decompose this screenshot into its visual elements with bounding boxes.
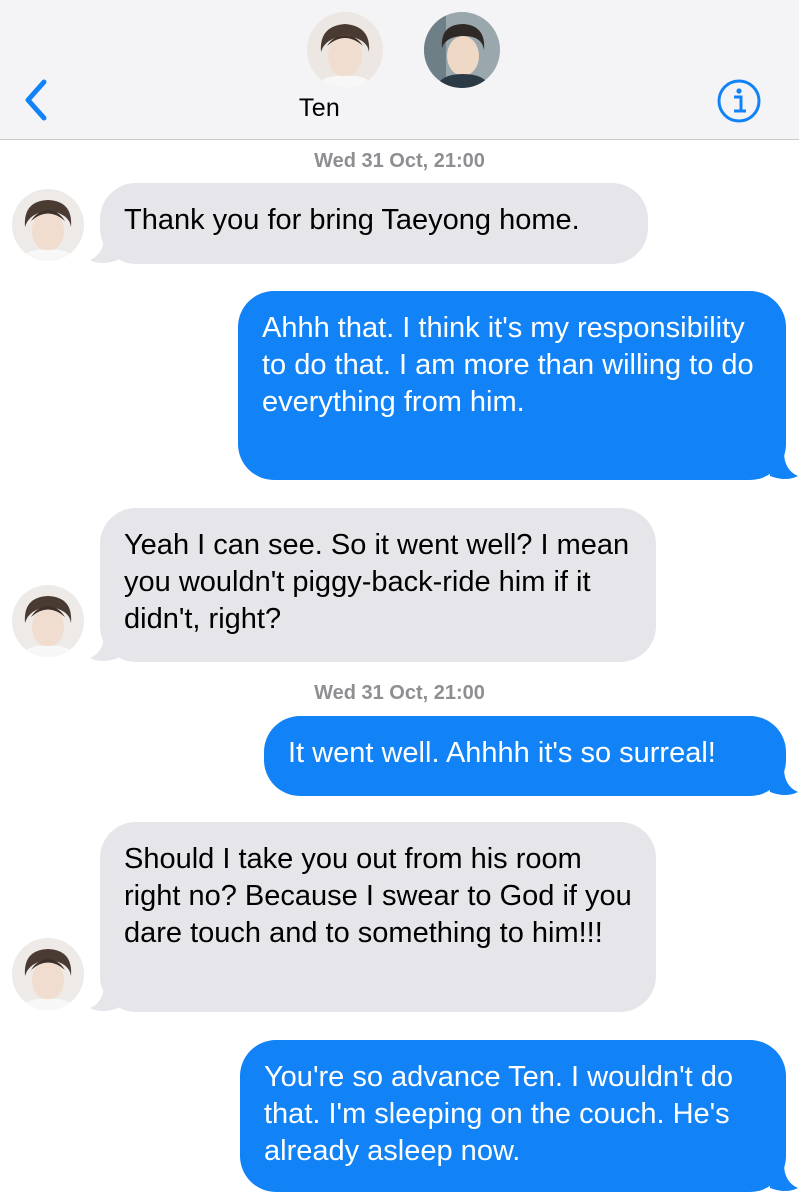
sender-avatar bbox=[12, 189, 84, 261]
message-text: It went well. Ahhhh it's so surreal! bbox=[288, 737, 716, 769]
timestamp: Wed 31 Oct, 21:00 bbox=[314, 150, 485, 172]
conversation-header: Ten bbox=[0, 0, 799, 140]
message-bubble-outgoing[interactable]: It went well. Ahhhh it's so surreal! bbox=[264, 716, 786, 796]
contact-avatar-ten[interactable] bbox=[307, 12, 383, 88]
message-text: Ahhh that. I think it's my responsibilit… bbox=[262, 312, 754, 418]
message-text: Yeah I can see. So it went well? I mean … bbox=[124, 529, 630, 635]
message-text: Should I take you out from his room righ… bbox=[124, 843, 632, 949]
message-text: Thank you for bring Taeyong home. bbox=[124, 204, 580, 236]
sender-avatar bbox=[12, 938, 84, 1010]
message-bubble-incoming[interactable]: Yeah I can see. So it went well? I mean … bbox=[100, 508, 656, 662]
message-bubble-outgoing[interactable]: You're so advance Ten. I wouldn't do tha… bbox=[240, 1040, 786, 1192]
message-bubble-incoming[interactable]: Thank you for bring Taeyong home. bbox=[100, 183, 648, 264]
timestamp: Wed 31 Oct, 21:00 bbox=[314, 682, 485, 704]
message-text: You're so advance Ten. I wouldn't do tha… bbox=[264, 1061, 733, 1167]
message-bubble-outgoing[interactable]: Ahhh that. I think it's my responsibilit… bbox=[238, 291, 786, 480]
message-bubble-incoming[interactable]: Should I take you out from his room righ… bbox=[100, 822, 656, 1012]
info-circle-icon[interactable] bbox=[716, 78, 762, 124]
contact-avatar-second[interactable] bbox=[424, 12, 500, 88]
contact-name[interactable]: Ten bbox=[0, 94, 639, 123]
sender-avatar bbox=[12, 585, 84, 657]
